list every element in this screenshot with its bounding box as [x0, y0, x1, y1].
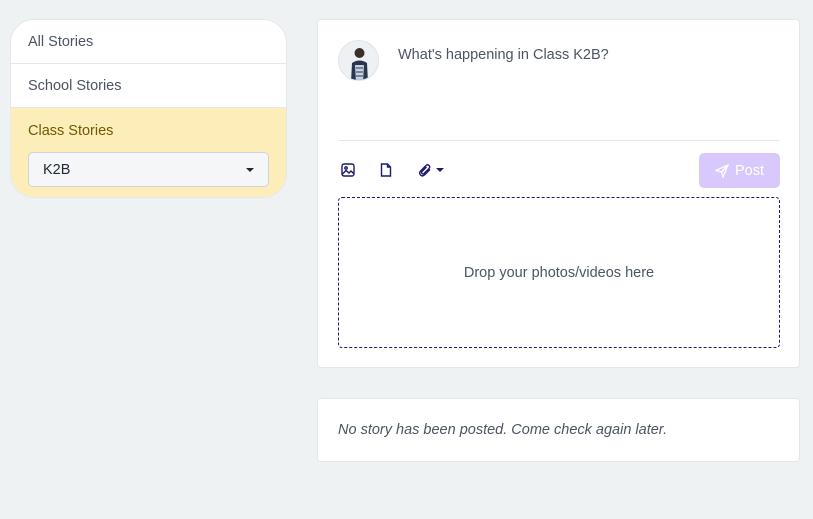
sidebar-item-all-stories[interactable]: All Stories [11, 20, 286, 64]
image-icon[interactable] [338, 160, 358, 180]
attachment-dropdown[interactable] [415, 160, 447, 180]
post-button-label: Post [734, 162, 764, 179]
class-select-value: K2B [43, 161, 71, 178]
stories-sidebar: All Stories School Stories Class Stories… [10, 19, 287, 198]
post-button[interactable]: Post [699, 153, 780, 188]
media-dropzone[interactable]: Drop your photos/videos here [338, 197, 780, 348]
caret-down-icon [246, 168, 254, 172]
sidebar-item-label: School Stories [28, 77, 122, 94]
avatar [338, 40, 379, 81]
sidebar-item-label: All Stories [28, 33, 94, 50]
story-text-input[interactable] [398, 43, 778, 67]
dropzone-text: Drop your photos/videos here [463, 264, 655, 281]
sidebar-item-label: Class Stories [28, 123, 114, 139]
story-composer: Post Drop your photos/videos here [317, 19, 800, 368]
stories-feed: No story has been posted. Come check aga… [317, 398, 800, 462]
sidebar-item-school-stories[interactable]: School Stories [11, 64, 286, 108]
file-icon[interactable] [376, 160, 396, 180]
paperclip-icon [418, 164, 431, 177]
caret-down-icon [436, 168, 444, 172]
divider [338, 140, 780, 141]
empty-state-message: No story has been posted. Come check aga… [338, 422, 668, 438]
sidebar-item-class-stories[interactable]: Class Stories [11, 108, 286, 154]
send-icon [714, 163, 729, 178]
class-select[interactable]: K2B [28, 152, 269, 187]
